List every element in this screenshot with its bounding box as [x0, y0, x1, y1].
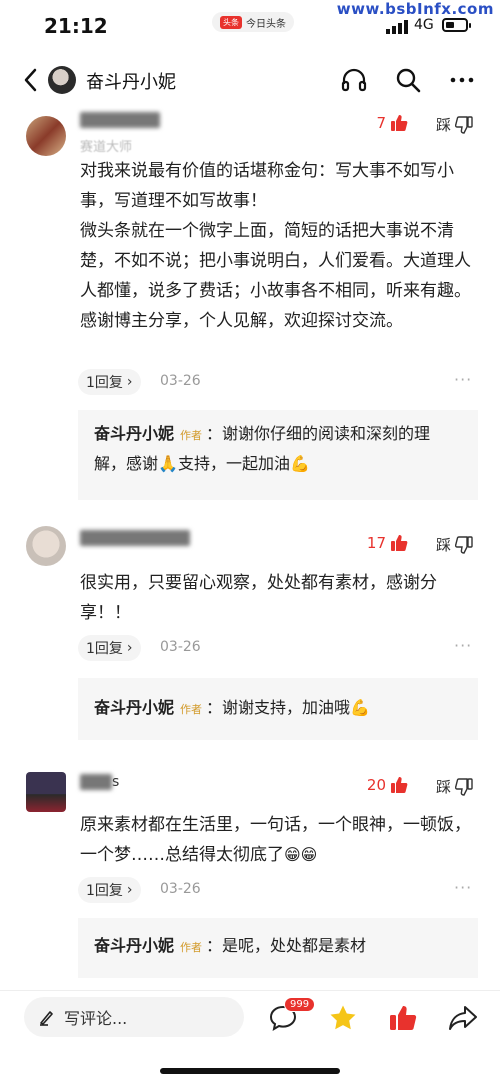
- comment-input[interactable]: 写评论...: [24, 997, 244, 1037]
- author-badge: 作者: [180, 941, 203, 954]
- pray-emoji: 🙏: [158, 454, 178, 473]
- top-nav: 奋斗丹小妮: [0, 56, 500, 104]
- chevron-right-icon: ›: [126, 374, 133, 390]
- dislike-label: 踩: [436, 778, 452, 796]
- author-badge: 作者: [180, 429, 203, 442]
- grin-emoji: 😁😁: [284, 845, 318, 864]
- reply-author[interactable]: 奋斗丹小妮: [94, 698, 174, 717]
- commenter-name[interactable]: [80, 530, 190, 552]
- bottom-action-bar: 写评论... 999: [0, 990, 500, 1050]
- signal-icon: [386, 20, 408, 34]
- dislike-label: 踩: [436, 116, 452, 134]
- dislike-label: 踩: [436, 536, 452, 554]
- author-avatar[interactable]: [48, 66, 76, 94]
- comment-text: 很实用，只要留心观察，处处都有素材，感谢分享！！: [80, 573, 437, 623]
- pen-icon: [40, 1011, 53, 1026]
- comment-date: 03-26: [160, 373, 201, 389]
- reply-text-2: 支持，一起加油: [177, 454, 290, 473]
- comment-more-icon[interactable]: ···: [454, 636, 472, 655]
- dislike-button[interactable]: 踩: [436, 534, 473, 555]
- comment-date: 03-26: [160, 639, 201, 655]
- comment-input-placeholder: 写评论...: [64, 1009, 128, 1028]
- chevron-right-icon: ›: [126, 640, 133, 656]
- home-indicator[interactable]: [160, 1068, 340, 1074]
- app-name: 今日头条: [246, 18, 286, 30]
- comment-more-icon[interactable]: ···: [454, 370, 472, 389]
- thumbs-up-icon: [391, 535, 408, 551]
- app-indicator[interactable]: 头条 今日头条: [212, 12, 294, 32]
- page-title[interactable]: 奋斗丹小妮: [86, 68, 176, 94]
- thumbs-down-icon: [455, 115, 473, 134]
- author-badge: 作者: [180, 703, 203, 716]
- comment-text: 对我来说最有价值的话堪称金句：写大事不如写小事，写道理不如写故事！ 微头条就在一…: [80, 161, 471, 331]
- reply-count: 1回复: [86, 375, 123, 391]
- comment-text-body: 原来素材都在生活里，一句话，一个眼神，一顿饭，一个梦……总结得太彻底了: [80, 815, 471, 865]
- reply-text: ：是呢，处处都是素材: [206, 936, 367, 955]
- reply-author[interactable]: 奋斗丹小妮: [94, 936, 174, 955]
- search-icon[interactable]: [394, 66, 422, 94]
- comment-date: 03-26: [160, 881, 201, 897]
- chevron-right-icon: ›: [126, 882, 133, 898]
- reply-text: ：谢谢支持，加油哦: [206, 698, 351, 717]
- commenter-avatar[interactable]: [26, 526, 66, 566]
- commenter-name-suffix: s: [112, 774, 120, 790]
- star-icon[interactable]: [328, 1003, 358, 1033]
- muscle-emoji: 💪: [289, 454, 310, 473]
- commenter-tag: 赛道大师: [80, 140, 133, 155]
- dislike-button[interactable]: 踩: [436, 776, 473, 797]
- like-count: 20: [366, 776, 386, 794]
- reply-count: 1回复: [86, 641, 123, 657]
- author-reply[interactable]: 奋斗丹小妮 作者 ：谢谢你仔细的阅读和深刻的理解，感谢🙏支持，一起加油💪: [78, 410, 478, 500]
- like-count: 17: [366, 534, 386, 552]
- like-icon[interactable]: [388, 1003, 418, 1033]
- thumbs-up-icon: [391, 115, 408, 131]
- thumbs-down-icon: [455, 777, 473, 796]
- share-icon[interactable]: [448, 1003, 478, 1033]
- author-reply[interactable]: 奋斗丹小妮 作者 ：谢谢支持，加油哦💪: [78, 678, 478, 740]
- back-icon[interactable]: [20, 66, 44, 94]
- commenter-avatar[interactable]: [26, 772, 66, 812]
- muscle-emoji: 💪: [350, 698, 370, 717]
- network-type: 4G: [414, 17, 434, 33]
- reply-author[interactable]: 奋斗丹小妮: [94, 424, 174, 443]
- author-reply[interactable]: 奋斗丹小妮 作者 ：是呢，处处都是素材: [78, 918, 478, 978]
- thumbs-down-icon: [455, 535, 473, 554]
- dislike-button[interactable]: 踩: [436, 114, 473, 135]
- app-logo: 头条: [220, 15, 242, 29]
- reply-count-button[interactable]: 1回复 ›: [78, 877, 141, 903]
- status-time: 21:12: [44, 14, 108, 38]
- comment-more-icon[interactable]: ···: [454, 878, 472, 897]
- like-button[interactable]: 20: [350, 776, 408, 794]
- reply-count: 1回复: [86, 883, 123, 899]
- reply-count-button[interactable]: 1回复 ›: [78, 369, 141, 395]
- headphones-icon[interactable]: [340, 66, 368, 94]
- commenter-name[interactable]: [80, 112, 160, 134]
- more-icon[interactable]: [448, 66, 476, 94]
- commenter-avatar[interactable]: [26, 116, 66, 156]
- like-button[interactable]: 17: [350, 534, 408, 552]
- battery-icon: [442, 18, 471, 32]
- comment-count-badge: 999: [284, 997, 316, 1012]
- commenter-name[interactable]: s: [80, 774, 119, 796]
- reply-count-button[interactable]: 1回复 ›: [78, 635, 141, 661]
- thumbs-up-icon: [391, 777, 408, 793]
- like-button[interactable]: 7: [350, 114, 408, 132]
- comment-text: 原来素材都在生活里，一句话，一个眼神，一顿饭，一个梦……总结得太彻底了😁😁: [80, 810, 480, 870]
- like-count: 7: [376, 114, 386, 132]
- watermark: www.bsbInfx.com: [336, 0, 494, 18]
